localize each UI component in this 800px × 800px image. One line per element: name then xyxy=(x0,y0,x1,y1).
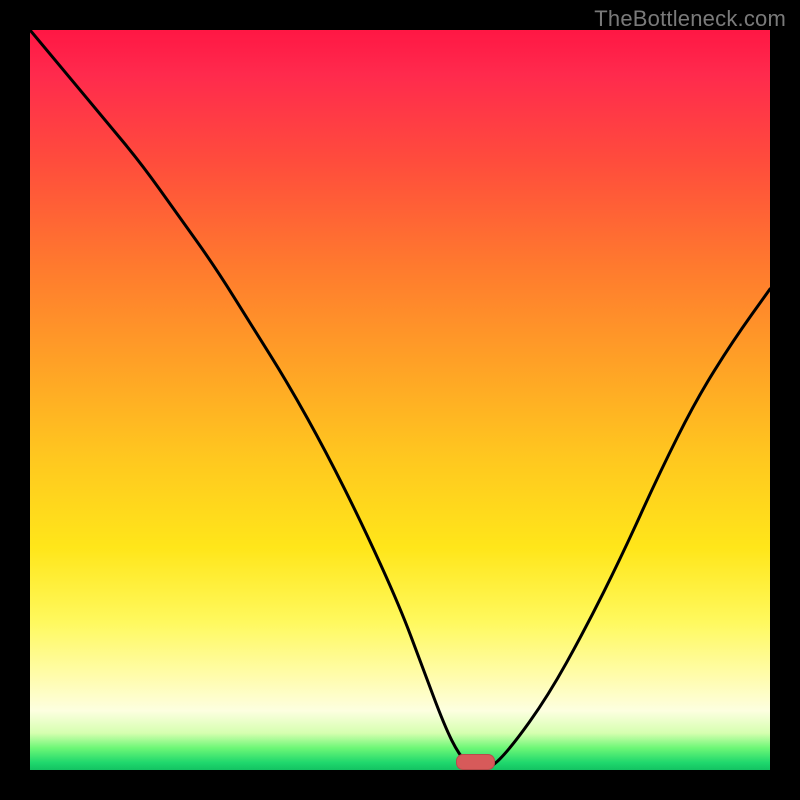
watermark-text: TheBottleneck.com xyxy=(594,6,786,32)
bottleneck-curve xyxy=(30,30,770,770)
optimal-range-marker xyxy=(456,754,495,770)
plot-area xyxy=(30,30,770,770)
curve-overlay xyxy=(30,30,770,770)
chart-frame: TheBottleneck.com xyxy=(0,0,800,800)
